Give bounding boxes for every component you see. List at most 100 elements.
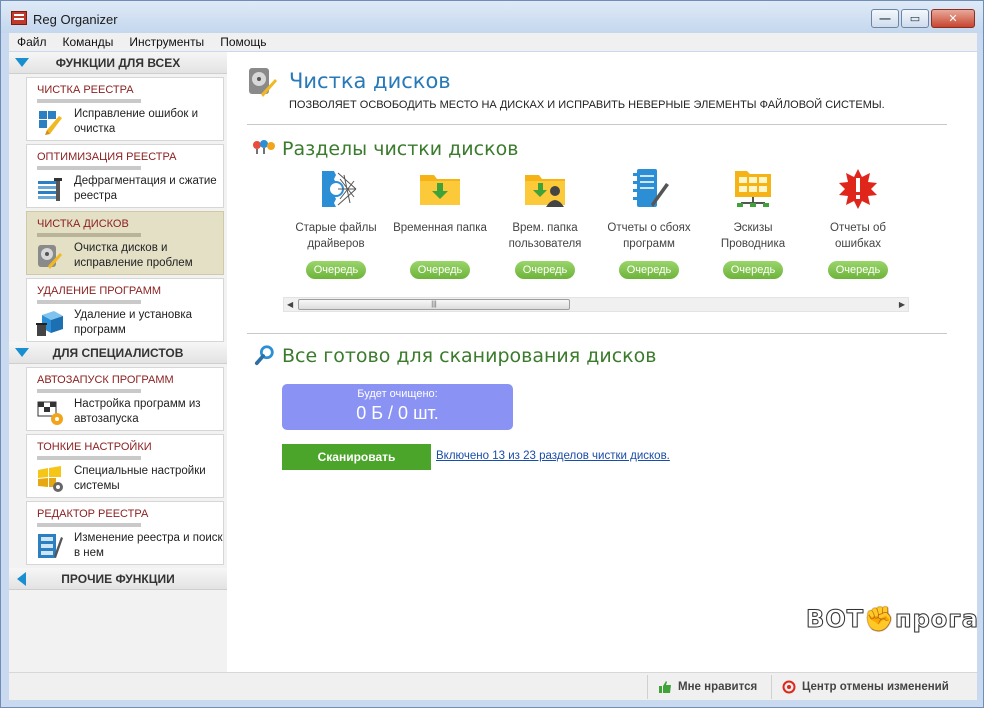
category-label: Отчеты об ошибках xyxy=(830,222,886,250)
registry-optimize-icon xyxy=(38,178,62,201)
sidebar-group-all[interactable]: ФУНКЦИИ ДЛЯ ВСЕХ xyxy=(9,52,227,74)
sidebar-item-registry-optimize[interactable]: ОПТИМИЗАЦИЯ РЕЕСТРА Дефрагментация и сжа… xyxy=(26,144,224,208)
queue-button[interactable]: Очередь xyxy=(306,261,366,279)
sidebar-item-desc: Изменение реестра и поиск в нем xyxy=(74,532,223,559)
app-window: Reg Organizer — ▭ ✕ Файл Команды Инструм… xyxy=(0,0,984,708)
sidebar-item-autorun[interactable]: АВТОЗАПУСК ПРОГРАММ Настройка программ и… xyxy=(26,367,224,431)
sidebar-item-disk-clean[interactable]: ЧИСТКА ДИСКОВ Очистка дисков и исправлен… xyxy=(26,211,224,275)
window-controls: — ▭ ✕ xyxy=(871,9,975,28)
collapse-arrow-icon xyxy=(15,58,29,67)
category-label: Эскизы Проводника xyxy=(720,222,786,250)
client-area: ФУНКЦИИ ДЛЯ ВСЕХ ЧИСТКА РЕЕСТРА Исправле… xyxy=(9,52,977,700)
error-reports-icon xyxy=(839,169,877,209)
watermark-left: BOT xyxy=(806,605,865,634)
category-thumbnails[interactable]: Эскизы Проводника Очередь xyxy=(705,167,801,279)
divider xyxy=(37,523,141,527)
sidebar-item-title: РЕДАКТОР РЕЕСТРА xyxy=(37,508,149,520)
disk-clean-icon xyxy=(249,68,277,97)
group-label: ПРОЧИЕ ФУНКЦИИ xyxy=(61,571,175,586)
sidebar-item-title: ТОНКИЕ НАСТРОЙКИ xyxy=(37,441,152,453)
thumbs-up-icon: ✊ xyxy=(864,605,896,634)
sidebar-item-title: ОПТИМИЗАЦИЯ РЕЕСТРА xyxy=(37,151,177,163)
group-label: ФУНКЦИИ ДЛЯ ВСЕХ xyxy=(55,55,181,70)
sidebar-item-tweaks[interactable]: ТОНКИЕ НАСТРОЙКИ Специальные настройки с… xyxy=(26,434,224,498)
sidebar-item-registry-clean[interactable]: ЧИСТКА РЕЕСТРА Исправление ошибок и очис… xyxy=(26,77,224,141)
category-label: Отчеты о сбоях программ xyxy=(607,222,691,250)
horizontal-scrollbar[interactable]: ◀ ||| ▶ xyxy=(283,297,909,312)
title-bar: Reg Organizer — ▭ ✕ xyxy=(1,1,983,33)
menu-help[interactable]: Помощь xyxy=(212,35,274,49)
watermark-logo: BOT✊прога xyxy=(806,605,979,634)
scroll-left-icon[interactable]: ◀ xyxy=(287,300,293,309)
expand-arrow-icon xyxy=(17,572,26,586)
category-crash-reports[interactable]: Отчеты о сбоях программ Очередь xyxy=(601,167,697,279)
menu-tools[interactable]: Инструменты xyxy=(121,35,212,49)
undo-center-icon xyxy=(782,680,796,694)
tweaks-icon xyxy=(38,466,63,492)
summary-value: 0 Б / 0 шт. xyxy=(356,403,439,423)
sidebar-item-desc: Очистка дисков и исправление проблем xyxy=(74,242,193,269)
registry-editor-icon xyxy=(38,534,63,558)
queue-button[interactable]: Очередь xyxy=(410,261,470,279)
disk-clean-icon xyxy=(38,245,62,269)
sidebar-item-uninstall[interactable]: УДАЛЕНИЕ ПРОГРАММ Удаление и установка п… xyxy=(26,278,224,342)
category-temp-folder[interactable]: Временная папка Очередь xyxy=(392,167,488,279)
queue-button[interactable]: Очередь xyxy=(515,261,575,279)
ready-title: Все готово для сканирования дисков xyxy=(282,345,657,367)
group-label: ДЛЯ СПЕЦИАЛИСТОВ xyxy=(52,345,184,360)
sidebar-item-desc: Специальные настройки системы xyxy=(74,465,206,492)
queue-button[interactable]: Очередь xyxy=(723,261,783,279)
sidebar-item-desc: Дефрагментация и сжатие реестра xyxy=(74,175,217,202)
menu-bar: Файл Команды Инструменты Помощь xyxy=(9,33,977,51)
divider xyxy=(247,124,947,125)
category-error-reports[interactable]: Отчеты об ошибках Очередь xyxy=(810,167,906,279)
app-icon xyxy=(11,11,27,25)
close-button[interactable]: ✕ xyxy=(931,9,975,28)
category-label: Старые файлы драйверов xyxy=(295,222,377,250)
divider xyxy=(37,389,141,393)
divider xyxy=(37,300,141,304)
temp-folder-icon xyxy=(420,175,460,205)
divider xyxy=(37,456,141,460)
divider xyxy=(37,166,141,170)
undo-center-label: Центр отмены изменений xyxy=(802,681,949,693)
sidebar-group-experts[interactable]: ДЛЯ СПЕЦИАЛИСТОВ xyxy=(9,342,227,364)
category-user-temp-folder[interactable]: Врем. папка пользователя Очередь xyxy=(497,167,593,279)
category-label: Врем. папка пользователя xyxy=(508,222,582,250)
sidebar-group-other[interactable]: ПРОЧИЕ ФУНКЦИИ xyxy=(9,568,227,590)
sidebar-item-desc: Удаление и установка программ xyxy=(74,309,193,336)
sidebar-item-desc: Настройка программ из автозапуска xyxy=(74,398,201,425)
queue-button[interactable]: Очередь xyxy=(619,261,679,279)
maximize-button[interactable]: ▭ xyxy=(901,9,929,28)
menu-file[interactable]: Файл xyxy=(9,35,55,49)
like-label: Мне нравится xyxy=(678,681,758,693)
uninstall-icon xyxy=(36,311,63,336)
status-bar: Мне нравится Центр отмены изменений xyxy=(9,672,977,700)
scroll-right-icon[interactable]: ▶ xyxy=(899,300,905,309)
cleanup-summary: Будет очищено: 0 Б / 0 шт. xyxy=(282,384,513,430)
scan-button[interactable]: Сканировать xyxy=(282,444,431,470)
magnifier-icon xyxy=(254,345,274,366)
minimize-button[interactable]: — xyxy=(871,9,899,28)
enabled-sections-link[interactable]: Включено 13 из 23 разделов чистки дисков… xyxy=(436,450,670,462)
category-label: Временная папка xyxy=(393,222,487,234)
user-temp-folder-icon xyxy=(525,175,565,207)
divider xyxy=(247,333,947,334)
queue-button[interactable]: Очередь xyxy=(828,261,888,279)
sidebar-item-title: ЧИСТКА РЕЕСТРА xyxy=(37,84,134,96)
like-button[interactable]: Мне нравится xyxy=(647,675,767,699)
summary-label: Будет очищено: xyxy=(357,388,438,400)
map-pins-icon xyxy=(253,140,275,154)
driver-files-icon xyxy=(322,171,357,207)
undo-center-button[interactable]: Центр отмены изменений xyxy=(771,675,959,699)
page-title: Чистка дисков xyxy=(289,69,451,93)
window-title: Reg Organizer xyxy=(33,12,118,27)
scrollbar-thumb[interactable]: ||| xyxy=(298,299,570,310)
thumbs-up-icon xyxy=(659,681,671,693)
sidebar-item-registry-editor[interactable]: РЕДАКТОР РЕЕСТРА Изменение реестра и пои… xyxy=(26,501,224,565)
category-driver-files[interactable]: Старые файлы драйверов Очередь xyxy=(288,167,384,279)
divider xyxy=(37,99,141,103)
sidebar: ФУНКЦИИ ДЛЯ ВСЕХ ЧИСТКА РЕЕСТРА Исправле… xyxy=(9,52,227,672)
page-subtitle: ПОЗВОЛЯЕТ ОСВОБОДИТЬ МЕСТО НА ДИСКАХ И И… xyxy=(289,99,885,111)
menu-commands[interactable]: Команды xyxy=(55,35,122,49)
